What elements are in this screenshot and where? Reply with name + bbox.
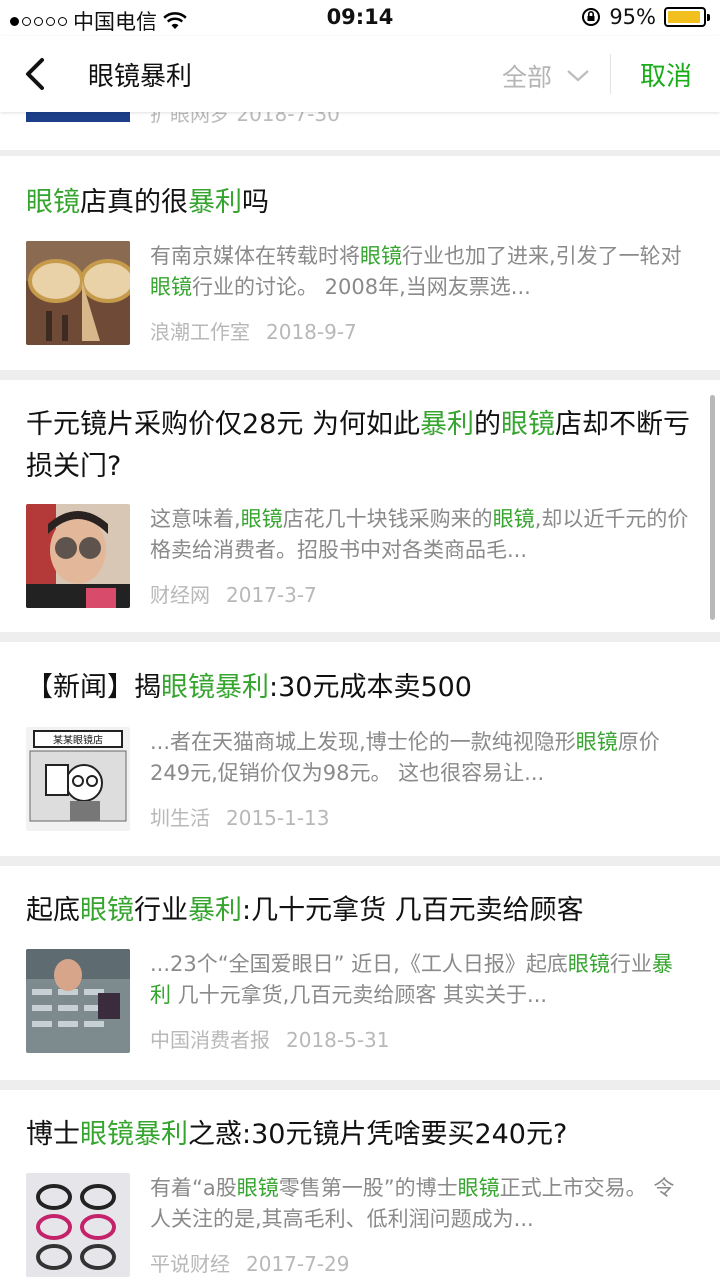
result-card[interactable]: 【新闻】揭眼镜暴利:30元成本卖500 某某眼镜店 ...者在天猫商城上发现,博… <box>0 642 720 856</box>
result-thumbnail <box>26 504 130 608</box>
thumb-shop-sign: 某某眼镜店 <box>53 734 103 747</box>
rotation-lock-icon <box>582 8 601 26</box>
cancel-button[interactable]: 取消 <box>640 56 692 93</box>
search-query-text[interactable]: 眼镜暴利 <box>88 56 192 93</box>
result-snippet: 这意味着,眼镜店花几十块钱采购来的眼镜,却以近千元的价格卖给消费者。招股书中对各… <box>150 507 689 562</box>
result-thumbnail <box>26 241 130 345</box>
search-header: 眼镜暴利 全部 取消 <box>0 36 720 112</box>
result-meta: 平说财经 2017-7-29 <box>150 1248 366 1277</box>
result-source: 平说财经 <box>150 1252 230 1276</box>
result-snippet: 有着“a股眼镜零售第一股”的博士眼镜正式上市交易。 令人关注的是,其高毛利、低利… <box>150 1176 675 1231</box>
result-meta: 圳生活 2015-1-13 <box>150 802 346 831</box>
filter-dropdown[interactable]: 全部 <box>502 58 590 94</box>
result-meta: 浪潮工作室 2018-9-7 <box>150 316 373 345</box>
result-date: 2017-7-29 <box>246 1252 350 1276</box>
nav-divider <box>610 54 611 94</box>
result-title: 起底眼镜行业暴利:几十元拿货 几百元卖给顾客 <box>26 895 584 926</box>
battery-icon <box>664 7 710 27</box>
back-arrow-icon[interactable] <box>18 52 58 96</box>
result-source: 财经网 <box>150 583 210 607</box>
result-source: 浪潮工作室 <box>150 320 250 344</box>
result-thumbnail: 某某眼镜店 <box>26 727 130 831</box>
battery-fill <box>668 11 701 23</box>
result-title: 千元镜片采购价仅28元 为何如此暴利的眼镜店却不断亏损关门? <box>26 409 690 482</box>
battery-percent: 95% <box>609 5 656 29</box>
result-title: 眼镜店真的很暴利吗 <box>26 187 269 218</box>
result-snippet: 有南京媒体在转载时将眼镜行业也加了进来,引发了一轮对眼镜行业的讨论。 2008年… <box>150 244 682 299</box>
result-card[interactable]: 博士眼镜暴利之惑:30元镜片凭啥要买240元? 有着“a股眼镜零售第一股”的博士… <box>0 1090 720 1280</box>
result-date: 2017-3-7 <box>226 583 317 607</box>
result-date: 2015-1-13 <box>226 806 330 830</box>
status-right: 95% <box>581 5 710 29</box>
result-card[interactable]: 眼镜店真的很暴利吗 有南京媒体在转载时将眼镜行业也加了进来,引发了一轮对眼镜行业… <box>0 156 720 370</box>
result-card[interactable]: 起底眼镜行业暴利:几十元拿货 几百元卖给顾客 ...23个“全国爱眼日” 近日,… <box>0 866 720 1080</box>
result-thumbnail <box>26 949 130 1053</box>
result-source: 中国消费者报 <box>150 1028 270 1052</box>
status-bar: 中国电信 09:14 95% <box>0 0 720 36</box>
filter-label: 全部 <box>502 63 553 92</box>
result-card[interactable]: 千元镜片采购价仅28元 为何如此暴利的眼镜店却不断亏损关门? 这意味着,眼镜店花… <box>0 380 720 632</box>
result-meta: 财经网 2017-3-7 <box>150 579 333 608</box>
chevron-down-icon <box>567 70 589 82</box>
result-snippet: ...者在天猫商城上发现,博士伦的一款纯视隐形眼镜原价249元,促销价仅为98元… <box>150 730 660 785</box>
scrollbar[interactable] <box>710 395 715 620</box>
result-source: 圳生活 <box>150 806 210 830</box>
result-thumbnail <box>26 1173 130 1277</box>
result-title: 博士眼镜暴利之惑:30元镜片凭啥要买240元? <box>26 1119 568 1150</box>
result-snippet: ...23个“全国爱眼日” 近日,《工人日报》起底眼镜行业暴利 几十元拿货,几百… <box>150 952 673 1007</box>
result-meta: 中国消费者报 2018-5-31 <box>150 1024 406 1053</box>
result-date: 2018-9-7 <box>266 320 357 344</box>
result-title: 【新闻】揭眼镜暴利:30元成本卖500 <box>26 672 472 703</box>
result-date: 2018-5-31 <box>286 1028 390 1052</box>
